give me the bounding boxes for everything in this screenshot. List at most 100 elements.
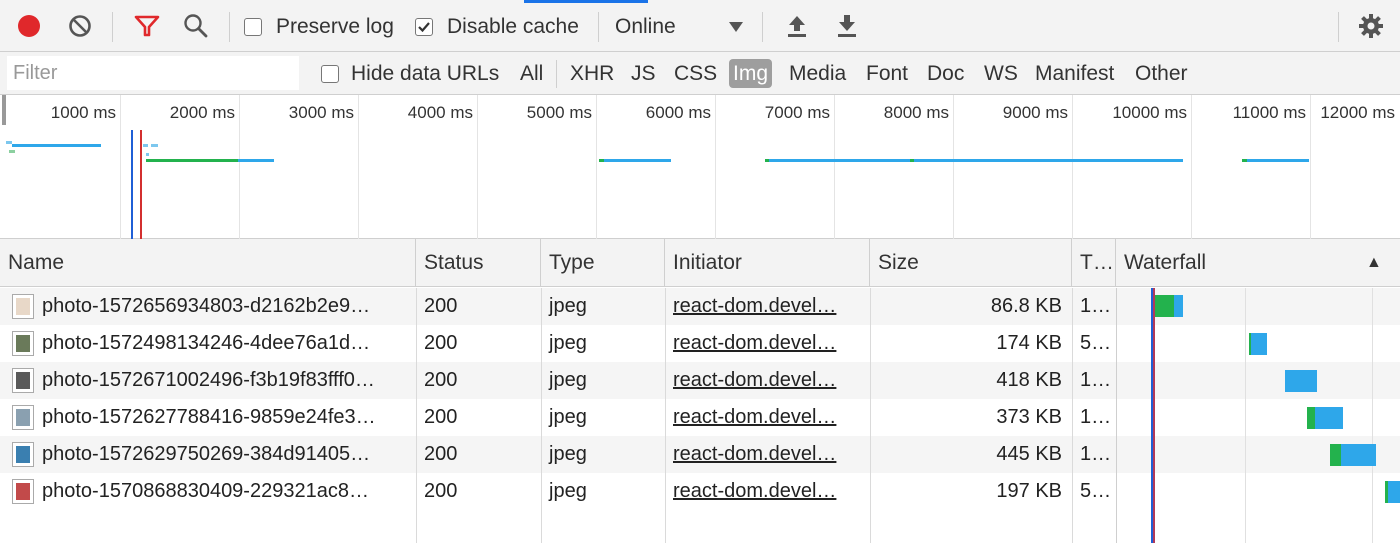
type-filter-xhr[interactable]: XHR [566,59,618,88]
request-type: jpeg [549,332,587,354]
type-filter-doc[interactable]: Doc [923,59,968,88]
table-row[interactable]: photo-1572627788416-9859e24fe3… 200 jpeg… [0,399,1400,436]
overview-tick-label: 2000 ms [169,103,235,122]
image-thumbnail-icon [12,405,34,430]
record-button[interactable] [12,10,46,42]
type-filter-img[interactable]: Img [729,59,773,88]
thumbnail-preview [16,446,30,463]
overview-request-bar [1247,159,1309,162]
type-filter-divider [556,60,557,88]
waterfall-header-label: Waterfall [1124,251,1207,274]
table-row[interactable]: photo-1572498134246-4dee76a1d… 200 jpeg … [0,325,1400,362]
request-size: 418 KB [996,369,1062,391]
request-name[interactable]: photo-1572656934803-d2162b2e9… [34,288,416,325]
request-initiator-link[interactable]: react-dom.devel… [665,325,870,362]
waterfall-download-bar [1251,333,1267,355]
column-header-name[interactable]: Name [0,239,416,287]
sort-ascending-icon: ▲ [1366,254,1382,271]
overview-gridline [358,95,359,239]
active-panel-indicator [524,0,648,3]
export-har-button[interactable] [830,10,864,42]
preserve-log-checkbox[interactable] [244,18,262,36]
download-icon [838,15,856,37]
waterfall-download-bar [1388,481,1400,503]
request-name[interactable]: photo-1570868830409-229321ac8… [34,473,416,510]
request-time: 1… [1080,369,1112,391]
toolbar-divider [229,12,230,42]
overview-request-bar [146,153,149,156]
search-button[interactable] [179,10,213,42]
throttling-select[interactable]: Online [615,12,743,42]
image-thumbnail-icon [12,331,34,356]
filter-icon [134,15,160,37]
clear-button[interactable] [63,10,97,42]
overview-request-bar [151,144,158,147]
column-header-size[interactable]: Size [870,239,1072,287]
column-divider[interactable] [416,288,417,543]
settings-button[interactable] [1354,10,1388,42]
request-name[interactable]: photo-1572498134246-4dee76a1d… [34,325,416,362]
column-header-type[interactable]: Type [541,239,665,287]
overview-request-bar [910,159,914,162]
request-time: 5… [1080,332,1112,354]
request-initiator-link[interactable]: react-dom.devel… [665,473,870,510]
request-type: jpeg [549,480,587,502]
column-header-initiator[interactable]: Initiator [665,239,870,287]
network-overview[interactable]: 1000 ms 2000 ms 3000 ms 4000 ms 5000 ms … [0,95,1400,239]
request-initiator-link[interactable]: react-dom.devel… [665,436,870,473]
table-row[interactable]: photo-1570868830409-229321ac8… 200 jpeg … [0,473,1400,510]
request-type: jpeg [549,295,587,317]
column-header-status[interactable]: Status [416,239,541,287]
hide-data-urls-checkbox[interactable] [321,64,339,83]
table-row[interactable]: photo-1572629750269-384d91405… 200 jpeg … [0,436,1400,473]
column-divider[interactable] [1072,288,1073,543]
type-filter-css[interactable]: CSS [670,59,721,88]
request-size: 86.8 KB [990,295,1062,317]
column-header-waterfall[interactable]: Waterfall [1116,239,1400,287]
request-initiator-link[interactable]: react-dom.devel… [665,362,870,399]
type-filter-ws[interactable]: WS [980,59,1022,88]
type-filter-js[interactable]: JS [627,59,660,88]
request-initiator-link[interactable]: react-dom.devel… [665,399,870,436]
table-row[interactable]: photo-1572671002496-f3b19f83fff0… 200 jp… [0,362,1400,399]
waterfall-download-bar [1174,295,1183,317]
hide-data-urls-toggle[interactable]: Hide data URLs [321,59,499,88]
filter-toggle-button[interactable] [130,10,164,42]
column-divider[interactable] [870,288,871,543]
preserve-log-toggle[interactable]: Preserve log [244,12,394,42]
request-name[interactable]: photo-1572671002496-f3b19f83fff0… [34,362,416,399]
request-time: 1… [1080,295,1112,317]
overview-gridline [953,95,954,239]
request-status: 200 [424,480,458,502]
type-filter-manifest[interactable]: Manifest [1031,59,1118,88]
overview-tick-label: 5000 ms [526,103,592,122]
image-thumbnail-icon [12,479,34,504]
request-initiator-link[interactable]: react-dom.devel… [665,288,870,325]
request-name[interactable]: photo-1572627788416-9859e24fe3… [34,399,416,436]
column-divider[interactable] [541,288,542,543]
upload-icon [788,16,806,37]
type-filter-all[interactable]: All [516,59,547,88]
toolbar-divider [1338,12,1339,42]
type-filter-other[interactable]: Other [1131,59,1192,88]
disable-cache-toggle[interactable]: Disable cache [415,12,579,42]
request-type: jpeg [549,369,587,391]
type-filter-font[interactable]: Font [862,59,912,88]
disable-cache-checkbox[interactable] [415,18,433,36]
import-har-button[interactable] [780,10,814,42]
column-divider[interactable] [665,288,666,543]
waterfall-waiting-bar [1307,407,1315,429]
overview-gridline [1072,95,1073,239]
toolbar-divider [598,12,599,42]
request-time: 5… [1080,480,1112,502]
overview-request-bar [238,159,274,162]
preserve-log-label: Preserve log [276,15,394,38]
request-name[interactable]: photo-1572629750269-384d91405… [34,436,416,473]
type-filter-media[interactable]: Media [785,59,850,88]
column-divider[interactable] [1116,288,1117,543]
table-row[interactable]: photo-1572656934803-d2162b2e9… 200 jpeg … [0,288,1400,325]
overview-request-bar [769,159,1183,162]
filter-input[interactable] [7,56,299,90]
filter-bar: Hide data URLs All XHR JS CSS Img Media … [0,52,1400,95]
column-header-time[interactable]: T… [1072,239,1116,287]
